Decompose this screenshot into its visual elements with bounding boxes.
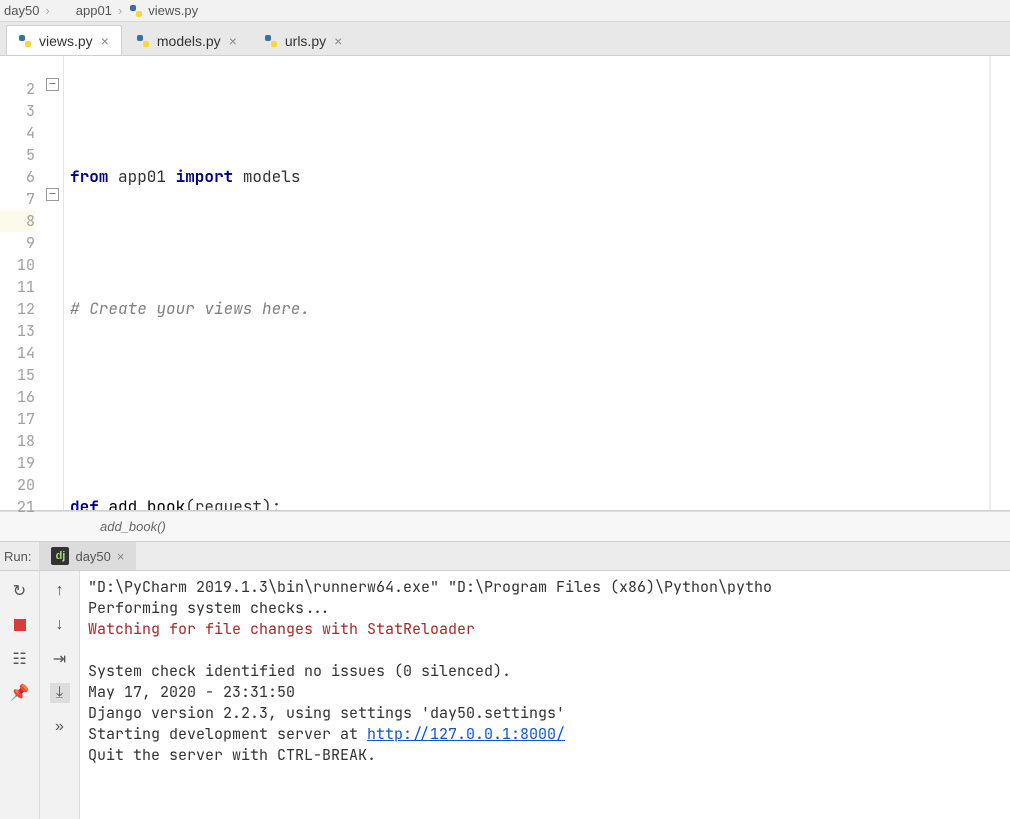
context-label: add_book() [100,519,166,534]
code-area[interactable]: from app01 import models # Create your v… [64,56,990,510]
stop-icon[interactable] [10,615,30,635]
fold-column: − − [44,56,64,510]
keyword: def [70,496,99,510]
python-file-icon [135,33,151,49]
breadcrumb-bar: day50 › app01 › views.py [0,0,1010,22]
console-toolbar-left: ↻ ☷ 📌 [0,571,40,819]
context-crumb: add_book() [0,511,1010,541]
close-icon[interactable]: × [117,549,125,564]
comment: # Create your views here. [70,298,310,319]
breadcrumb-label: day50 [4,3,39,18]
breadcrumb-label: views.py [148,3,198,18]
python-file-icon [263,33,279,49]
fold-marker-icon[interactable]: − [46,78,59,91]
run-label: Run: [4,549,31,564]
python-file-icon [17,33,33,49]
tab-views-py[interactable]: views.py × [6,25,122,55]
more-icon[interactable]: » [50,717,70,737]
tab-models-py[interactable]: models.py × [124,25,250,55]
editor-tabs-bar: views.py × models.py × urls.py × [0,22,1010,56]
code-editor[interactable]: 234567 8 9101112131415 161718192021 − − … [0,56,1010,511]
keyword: import [176,166,234,187]
breadcrumb-item[interactable]: views.py [128,3,198,19]
run-console: ↻ ☷ 📌 ↑ ↓ ⇥ ⤓ » "D:\PyCharm 2019.1.3\bin… [0,571,1010,819]
fold-marker-icon[interactable]: − [46,188,59,201]
close-icon[interactable]: × [99,33,111,49]
tab-label: urls.py [285,33,326,49]
error-stripe[interactable] [990,56,1010,510]
console-toolbar-right: ↑ ↓ ⇥ ⤓ » [40,571,80,819]
scroll-to-end-icon[interactable]: ⤓ [50,683,70,703]
tab-label: views.py [39,33,93,49]
folder-icon [56,3,72,19]
python-file-icon [128,3,144,19]
run-config-label: day50 [75,549,110,564]
soft-wrap-icon[interactable]: ⇥ [50,649,70,669]
tab-urls-py[interactable]: urls.py × [252,25,355,55]
close-icon[interactable]: × [332,33,344,49]
pin-icon[interactable]: 📌 [10,683,30,703]
chevron-right-icon: › [118,3,122,18]
breadcrumb-label: app01 [76,3,112,18]
chevron-right-icon: › [45,3,49,18]
arrow-down-icon[interactable]: ↓ [50,615,70,635]
layout-icon[interactable]: ☷ [10,649,30,669]
line-gutter: 234567 8 9101112131415 161718192021 [0,56,44,510]
run-panel-header: Run: dj day50 × [0,541,1010,571]
server-url-link[interactable]: http://127.0.0.1:8000/ [367,724,565,744]
breadcrumb-item[interactable]: app01 [56,3,112,19]
breadcrumb-item[interactable]: day50 [4,3,39,18]
rerun-icon[interactable]: ↻ [10,581,30,601]
keyword: from [70,166,108,187]
console-output[interactable]: "D:\PyCharm 2019.1.3\bin\runnerw64.exe" … [80,571,1010,819]
close-icon[interactable]: × [227,33,239,49]
arrow-up-icon[interactable]: ↑ [50,581,70,601]
tab-label: models.py [157,33,221,49]
run-config-tab[interactable]: dj day50 × [39,542,136,570]
django-icon: dj [51,547,69,565]
